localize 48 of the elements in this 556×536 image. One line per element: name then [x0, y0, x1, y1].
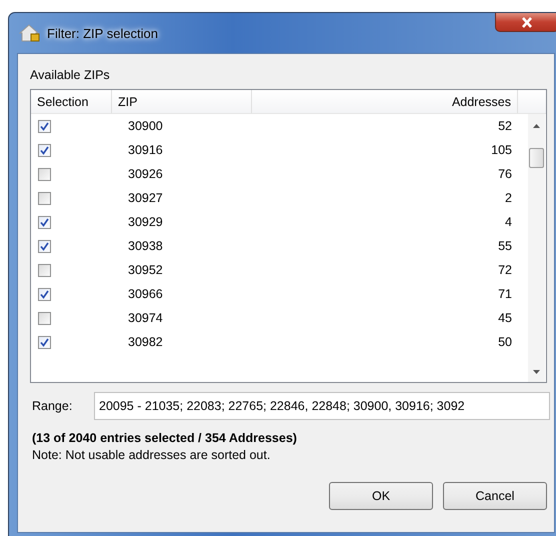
close-button[interactable]: [495, 13, 556, 32]
close-icon: [521, 16, 533, 28]
group-label: Available ZIPs: [30, 68, 111, 84]
checkbox[interactable]: [38, 144, 51, 156]
scroll-down-icon[interactable]: [533, 370, 540, 374]
range-label: Range:: [31, 399, 74, 413]
zip-cell-text: 30974: [127, 311, 164, 325]
scrollbar[interactable]: [528, 114, 545, 382]
address-count-cell-text: 55: [497, 239, 513, 253]
address-count-cell-text: 45: [497, 311, 513, 325]
ok-button[interactable]: OK: [329, 482, 433, 510]
address-count-cell-text: 50: [497, 335, 513, 349]
cancel-button[interactable]: Cancel: [443, 482, 547, 510]
scroll-thumb[interactable]: [529, 148, 544, 168]
checkbox[interactable]: [38, 192, 51, 204]
checkbox[interactable]: [38, 336, 51, 348]
zip-cell-text: 30952: [127, 263, 164, 277]
checkbox[interactable]: [38, 216, 51, 228]
house-icon: [19, 23, 41, 43]
address-count-cell-text: 4: [504, 215, 513, 229]
checkbox[interactable]: [38, 312, 51, 324]
zip-cell-text: 30926: [127, 167, 164, 181]
address-count-cell-text: 2: [504, 191, 513, 205]
address-count-cell-text: 52: [497, 119, 513, 133]
note-text: Note: Not usable addresses are sorted out.: [32, 448, 272, 462]
address-count-cell-text: 71: [497, 287, 513, 301]
selection-summary: (13 of 2040 entries selected / 354 Addresses): [32, 431, 298, 445]
zip-cell-text: 30982: [127, 335, 164, 349]
checkbox[interactable]: [38, 264, 51, 276]
window-title: Filter: ZIP selection: [47, 26, 158, 40]
scroll-up-icon[interactable]: [533, 124, 540, 128]
zip-cell-text: 30927: [127, 191, 164, 205]
zip-cell-text: 30966: [127, 287, 164, 301]
zip-cell-text: 30916: [127, 143, 164, 157]
zip-cell-text: 30929: [127, 215, 164, 229]
checkbox[interactable]: [38, 240, 51, 252]
address-count-cell-text: 76: [497, 167, 513, 181]
column-header[interactable]: Addresses: [252, 90, 518, 113]
zip-cell-text: 30938: [127, 239, 164, 253]
column-header[interactable]: ZIP: [112, 90, 252, 113]
range-field[interactable]: 20095 - 21035; 22083; 22765; 22846, 22848; 30900, 30916; 3092: [94, 392, 550, 420]
zip-cell-text: 30900: [127, 119, 164, 133]
column-header[interactable]: Selection: [31, 90, 112, 113]
checkbox[interactable]: [38, 288, 51, 300]
address-count-cell-text: 72: [497, 263, 513, 277]
checkbox[interactable]: [38, 168, 51, 180]
address-count-cell-text: 105: [490, 143, 513, 157]
checkbox[interactable]: [38, 120, 51, 132]
